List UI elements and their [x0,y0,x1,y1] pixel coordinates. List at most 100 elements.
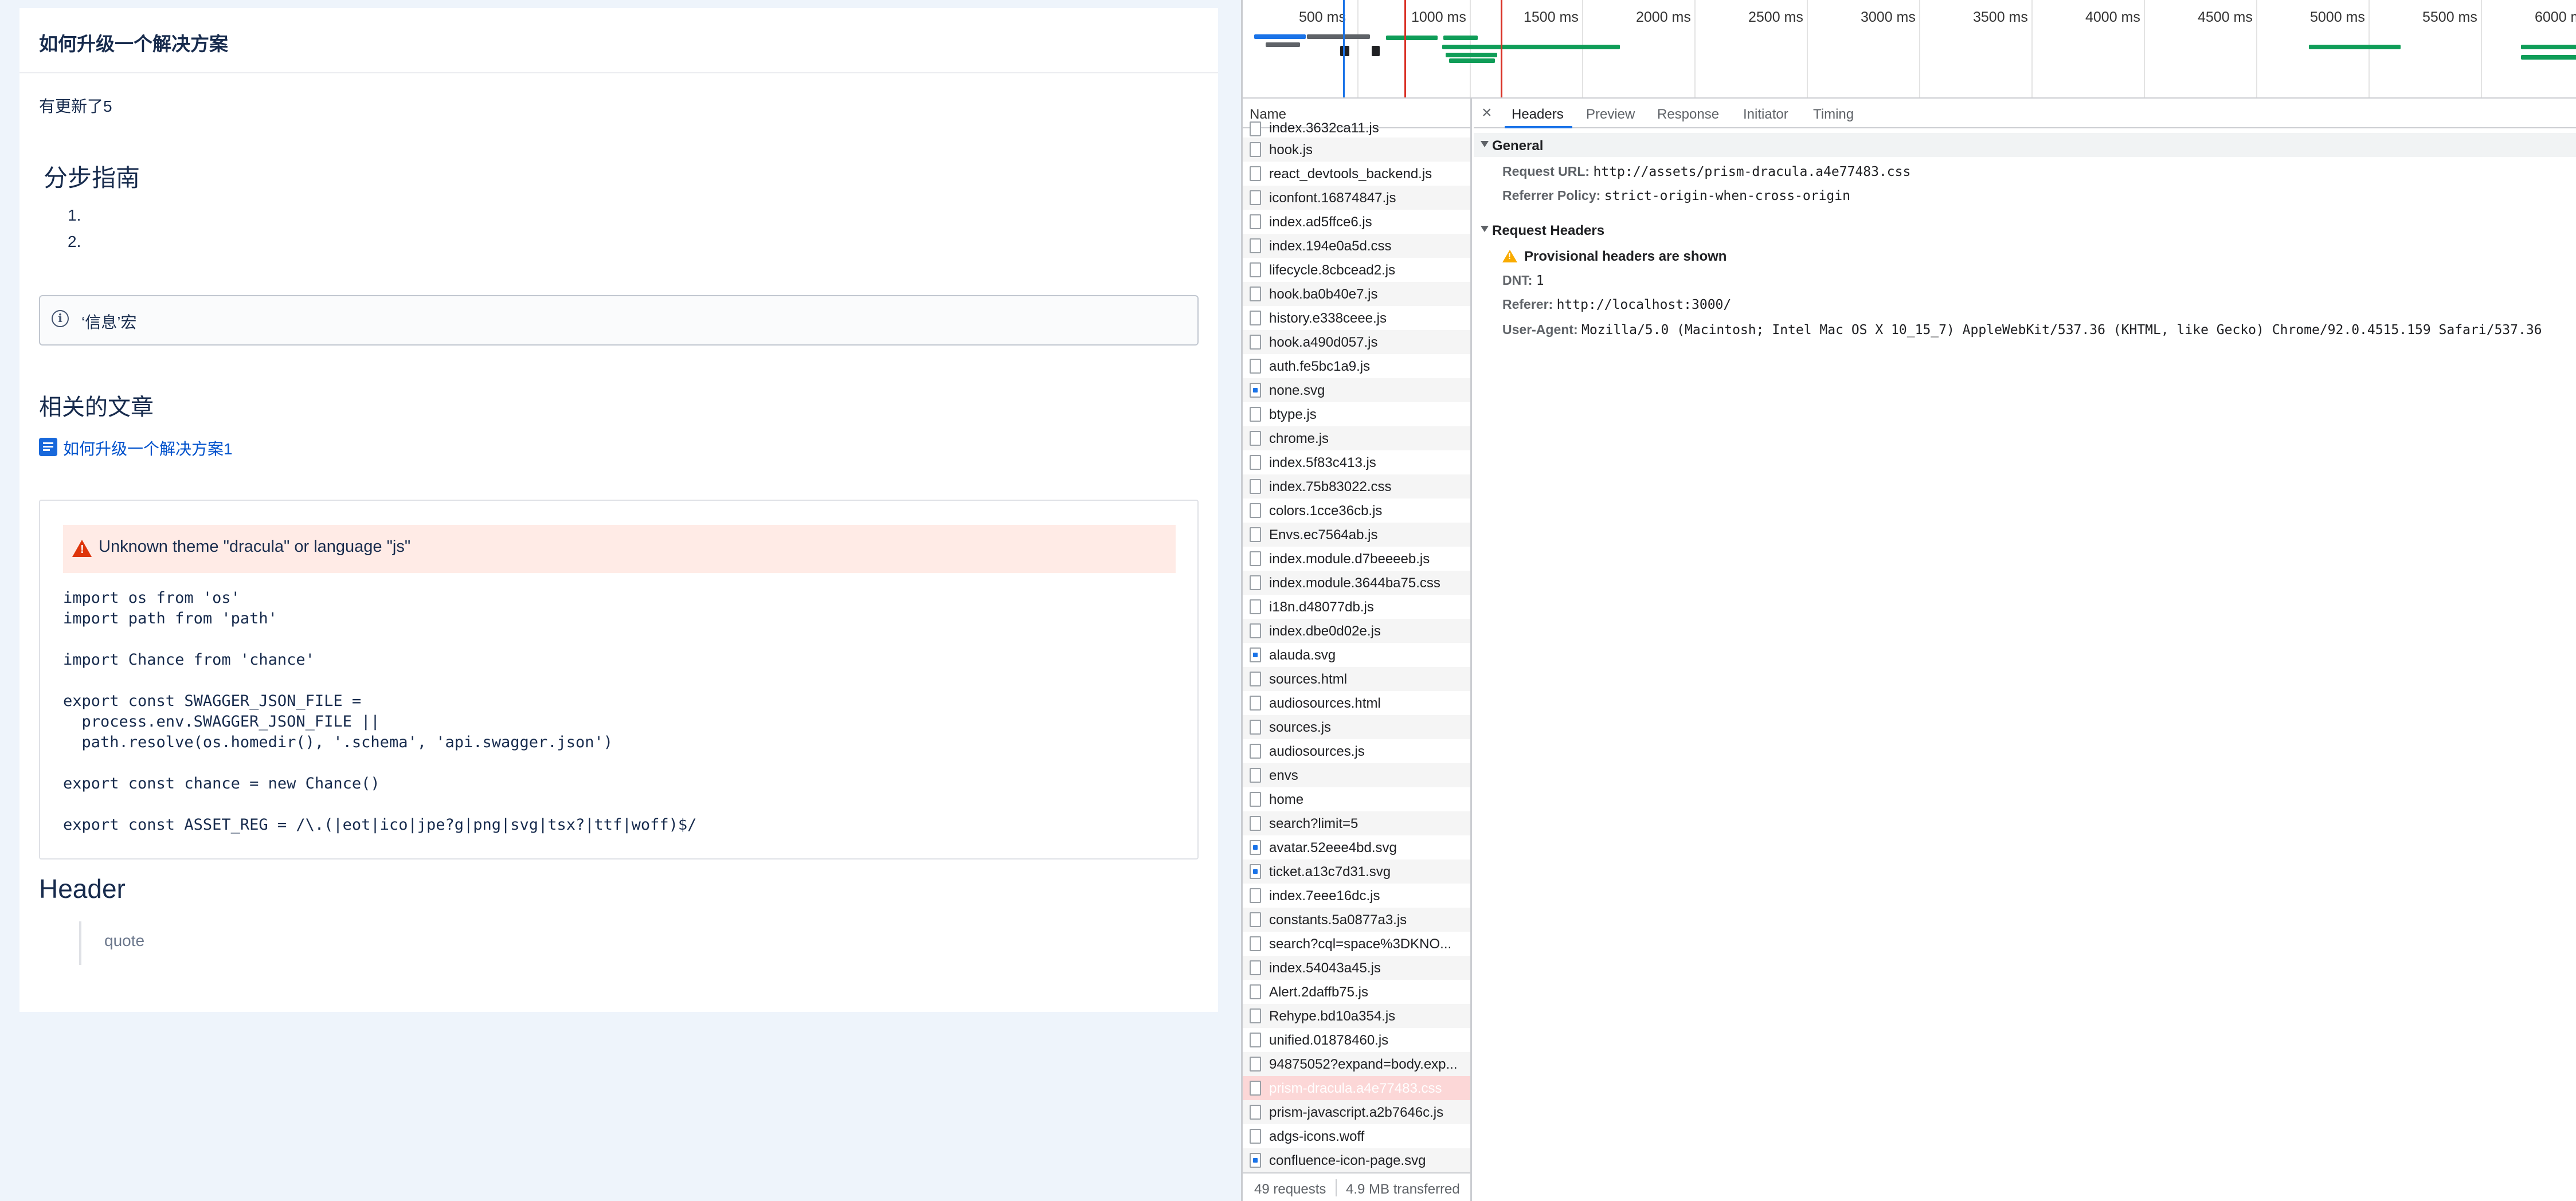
request-row[interactable]: unified.01878460.js [1243,1028,1470,1052]
request-row[interactable]: envs [1243,763,1470,787]
timeline-grid-line [1807,0,1808,97]
request-name: avatar.52eee4bd.svg [1269,840,1397,855]
request-row[interactable]: history.e338ceee.js [1243,306,1470,330]
request-row[interactable]: colors.1cce36cb.js [1243,499,1470,523]
general-section-title: General [1492,138,1544,154]
request-row[interactable]: prism-javascript.a2b7646c.js [1243,1100,1470,1124]
timeline-grid-line [1694,0,1696,97]
request-name: audiosources.js [1269,744,1365,759]
request-row[interactable]: sources.js [1243,715,1470,739]
request-headers-section-header[interactable]: Request Headers [1474,218,2576,242]
referer-row: Referer: http://localhost:3000/ [1502,297,1731,312]
request-list: index.3632ca11.js hook.js react_devtools_b… [1243,120,1470,1172]
file-icon [1250,142,1261,157]
file-icon [1250,214,1261,229]
timeline-tick-label: 4500 ms [2198,9,2253,25]
file-icon [1250,166,1261,181]
request-row[interactable]: react_devtools_backend.js [1243,162,1470,186]
request-row[interactable]: Rehype.bd10a354.js [1243,1004,1470,1028]
referrer-policy-row: Referrer Policy: strict-origin-when-cros… [1502,188,1850,203]
request-name: chrome.js [1269,431,1329,446]
file-icon [1250,479,1261,494]
request-row[interactable]: audiosources.html [1243,691,1470,715]
tab-response[interactable]: Response [1657,107,1719,123]
request-row[interactable]: Alert.2daffb75.js [1243,980,1470,1004]
request-row[interactable]: hook.js [1243,138,1470,162]
request-row[interactable]: index.dbe0d02e.js [1243,619,1470,643]
request-name: search?cql=space%3DKNO... [1269,936,1452,952]
tab-timing[interactable]: Timing [1813,107,1854,123]
warning-icon: ! [72,540,92,557]
request-name: alauda.svg [1269,647,1336,663]
network-overview-timeline[interactable]: 500 ms 1000 ms 1500 ms 2000 ms 2500 ms 3000 m… [1243,0,2576,99]
warning-icon: ! [1502,250,1517,262]
file-icon [1250,286,1261,301]
request-row[interactable]: search?cql=space%3DKNO... [1243,932,1470,956]
request-headers-section-title: Request Headers [1492,223,1605,238]
request-row[interactable]: index.75b83022.css [1243,474,1470,499]
timeline-bar [2309,45,2401,49]
user-agent-row: User-Agent: Mozilla/5.0 (Macintosh; Inte… [1502,322,2542,337]
request-row[interactable]: search?limit=5 [1243,811,1470,835]
request-row[interactable]: constants.5a0877a3.js [1243,908,1470,932]
request-row[interactable]: index.5f83c413.js [1243,450,1470,474]
page-title: 如何升级一个解决方案 [39,33,228,54]
request-row[interactable]: i18n.d48077db.js [1243,595,1470,619]
request-row[interactable]: audiosources.js [1243,739,1470,763]
file-icon [1250,599,1261,614]
file-icon [1250,960,1261,975]
file-icon [1250,744,1261,759]
request-row[interactable]: hook.a490d057.js [1243,330,1470,354]
request-name: prism-javascript.a2b7646c.js [1269,1105,1444,1120]
request-name: hook.a490d057.js [1269,335,1378,350]
file-icon [1250,407,1261,422]
request-row[interactable]: prism-dracula.a4e77483.css [1243,1076,1470,1100]
active-tab-indicator [1505,126,1572,128]
request-row[interactable]: hook.ba0b40e7.js [1243,282,1470,306]
page-card: 如何升级一个解决方案 有更新了5 分步指南 1. 2. i ‘信息’宏 相关的文… [19,8,1218,1012]
request-row[interactable]: chrome.js [1243,426,1470,450]
file-icon [1250,575,1261,590]
request-row[interactable]: sources.html [1243,667,1470,691]
info-panel-text: ‘信息’宏 [81,313,137,331]
request-row[interactable]: adgs-icons.woff [1243,1124,1470,1148]
request-details-panel: × Headers Preview Response Initiator Tim… [1474,99,2576,1201]
request-row[interactable]: index.54043a45.js [1243,956,1470,980]
request-row[interactable]: Envs.ec7564ab.js [1243,523,1470,547]
request-row[interactable]: confluence-icon-page.svg [1243,1148,1470,1172]
info-icon: i [52,310,69,327]
request-row[interactable]: index.194e0a5d.css [1243,234,1470,258]
tab-initiator[interactable]: Initiator [1743,107,1788,123]
request-row[interactable]: iconfont.16874847.js [1243,186,1470,210]
file-icon [1250,1081,1261,1096]
request-name: 94875052?expand=body.exp... [1269,1057,1458,1072]
timeline-tick-label: 3000 ms [1861,9,1916,25]
load-marker [1404,0,1406,97]
request-row[interactable]: avatar.52eee4bd.svg [1243,835,1470,859]
request-row[interactable]: btype.js [1243,402,1470,426]
close-icon[interactable]: × [1482,103,1492,123]
tab-preview[interactable]: Preview [1586,107,1635,123]
request-row[interactable]: none.svg [1243,378,1470,402]
referer-label: Referer: [1502,297,1553,312]
general-section-header[interactable]: General [1474,133,2576,157]
file-icon [1250,1057,1261,1072]
request-row[interactable]: ticket.a13c7d31.svg [1243,859,1470,884]
request-row[interactable]: index.3632ca11.js [1243,120,1470,138]
request-row[interactable]: index.module.3644ba75.css [1243,571,1470,595]
related-article-link-text[interactable]: 如何升级一个解决方案1 [63,437,233,460]
request-row[interactable]: auth.fe5bc1a9.js [1243,354,1470,378]
timeline-tick-label: 6000 m [2535,9,2576,25]
request-row[interactable]: index.module.d7beeeeb.js [1243,547,1470,571]
request-row[interactable]: alauda.svg [1243,643,1470,667]
tab-headers[interactable]: Headers [1512,107,1564,123]
request-row[interactable]: index.7eee16dc.js [1243,884,1470,908]
request-row[interactable]: lifecycle.8cbcead2.js [1243,258,1470,282]
request-row[interactable]: index.ad5ffce6.js [1243,210,1470,234]
request-row[interactable]: home [1243,787,1470,811]
timeline-tick-label: 1500 ms [1524,9,1579,25]
request-row[interactable]: 94875052?expand=body.exp... [1243,1052,1470,1076]
request-url-value: http://assets/prism-dracula.a4e77483.css [1593,164,1911,179]
file-icon [1250,551,1261,566]
page-header: 如何升级一个解决方案 [19,8,1218,73]
